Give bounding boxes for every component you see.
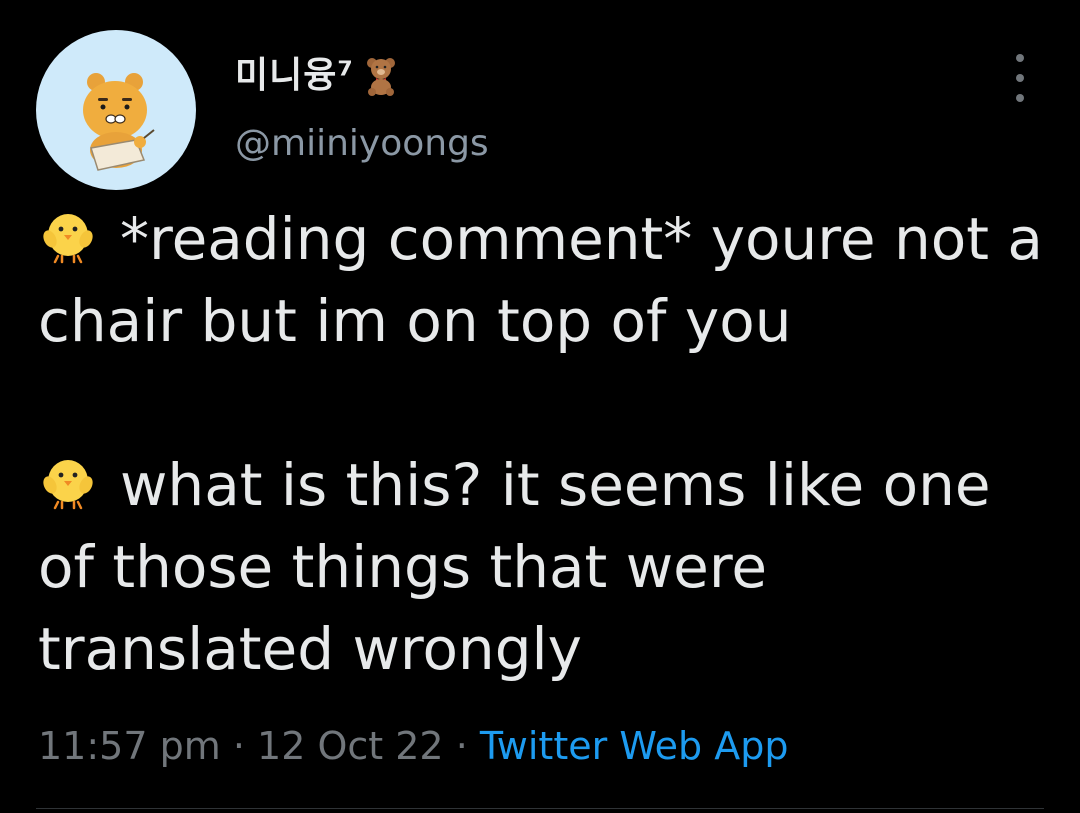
ryan-avatar-icon <box>83 73 155 171</box>
more-dot-icon <box>1016 54 1024 62</box>
tweet-date[interactable]: 12 Oct 22 <box>257 724 444 768</box>
more-dot-icon <box>1016 74 1024 82</box>
more-options-button[interactable] <box>1010 54 1030 102</box>
tweet-paragraph: what is this? it seems like one of those… <box>38 444 1058 690</box>
teddy-bear-icon <box>364 56 398 96</box>
tweet-paragraph: *reading comment* youre not a chair but … <box>38 198 1058 362</box>
baby-chick-icon <box>38 205 98 265</box>
more-dot-icon <box>1016 94 1024 102</box>
tweet-paragraph-text: *reading comment* youre not a chair but … <box>38 205 1043 355</box>
user-handle[interactable]: @miiniyoongs <box>235 126 489 162</box>
avatar[interactable] <box>36 30 196 190</box>
meta-separator: · <box>455 724 468 768</box>
tweet-metadata: 11:57 pm · 12 Oct 22 · Twitter Web App <box>38 722 788 770</box>
divider <box>36 808 1044 809</box>
tweet-time[interactable]: 11:57 pm <box>38 724 221 768</box>
meta-separator: · <box>232 724 245 768</box>
name-row: 미니융⁷ <box>235 48 398 104</box>
tweet-header: 미니융⁷ @miiniyoongs <box>36 30 1046 190</box>
tweet-paragraph-text: what is this? it seems like one of those… <box>38 451 991 683</box>
display-name[interactable]: 미니융⁷ <box>235 58 354 94</box>
tweet-text: *reading comment* youre not a chair but … <box>38 198 1058 690</box>
baby-chick-icon <box>38 451 98 511</box>
tweet-source-link[interactable]: Twitter Web App <box>480 724 789 768</box>
